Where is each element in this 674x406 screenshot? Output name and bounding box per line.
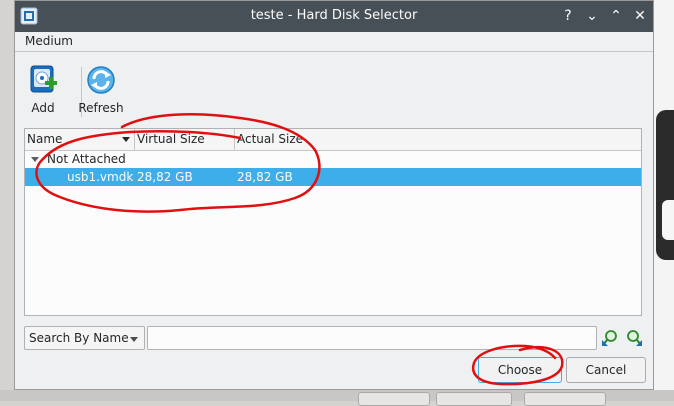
help-button[interactable]: ? bbox=[559, 7, 577, 25]
search-mode-select[interactable]: Search By Name bbox=[24, 326, 145, 350]
group-label: Not Attached bbox=[47, 152, 126, 166]
close-button[interactable]: ✕ bbox=[631, 7, 649, 25]
choose-button[interactable]: Choose bbox=[478, 357, 562, 383]
hard-disk-selector-dialog: teste - Hard Disk Selector ? ⌄ ⌃ ✕ Mediu… bbox=[14, 0, 654, 390]
search-forward-icon[interactable] bbox=[624, 328, 644, 348]
maximize-button[interactable]: ⌃ bbox=[607, 7, 625, 25]
tab-bar: Medium bbox=[15, 32, 653, 52]
title-bar[interactable]: teste - Hard Disk Selector ? ⌄ ⌃ ✕ bbox=[15, 1, 653, 32]
search-backward-icon[interactable] bbox=[600, 328, 620, 348]
group-row-not-attached[interactable]: Not Attached bbox=[25, 150, 641, 168]
refresh-icon bbox=[87, 66, 115, 94]
background-graphic-highlight bbox=[662, 200, 674, 240]
tab-medium[interactable]: Medium bbox=[25, 34, 73, 48]
background-button bbox=[358, 392, 430, 406]
refresh-button[interactable]: Refresh bbox=[77, 59, 125, 119]
add-label: Add bbox=[31, 101, 55, 115]
column-virtual-size-label: Virtual Size bbox=[137, 132, 205, 146]
sort-descending-icon bbox=[122, 137, 130, 142]
medium-tree[interactable]: Name Virtual Size Actual Size Not Attach… bbox=[24, 128, 642, 316]
add-disk-icon bbox=[30, 65, 57, 93]
expand-arrow-icon[interactable] bbox=[31, 157, 39, 162]
chevron-down-icon bbox=[130, 337, 138, 342]
search-input[interactable] bbox=[147, 326, 597, 350]
background-button bbox=[524, 392, 606, 406]
window-title: teste - Hard Disk Selector bbox=[250, 8, 418, 23]
tree-header: Name Virtual Size Actual Size bbox=[25, 129, 641, 151]
refresh-label: Refresh bbox=[78, 101, 124, 115]
column-actual-size-label: Actual Size bbox=[237, 132, 304, 146]
column-header-virtual-size[interactable]: Virtual Size bbox=[135, 129, 235, 150]
disk-actual-size: 28,82 GB bbox=[237, 170, 293, 184]
background-button bbox=[436, 392, 512, 406]
disk-virtual-size: 28,82 GB bbox=[137, 170, 193, 184]
minimize-button[interactable]: ⌄ bbox=[583, 7, 601, 25]
column-name-label: Name bbox=[27, 132, 63, 146]
add-button[interactable]: Add bbox=[19, 59, 67, 119]
table-row[interactable]: usb1.vmdk 28,82 GB 28,82 GB bbox=[25, 168, 641, 186]
column-header-actual-size[interactable]: Actual Size bbox=[235, 129, 335, 150]
column-header-name[interactable]: Name bbox=[25, 129, 135, 150]
search-mode-label: Search By Name bbox=[29, 331, 129, 345]
disk-name: usb1.vmdk bbox=[67, 170, 134, 184]
cancel-button[interactable]: Cancel bbox=[566, 357, 646, 383]
